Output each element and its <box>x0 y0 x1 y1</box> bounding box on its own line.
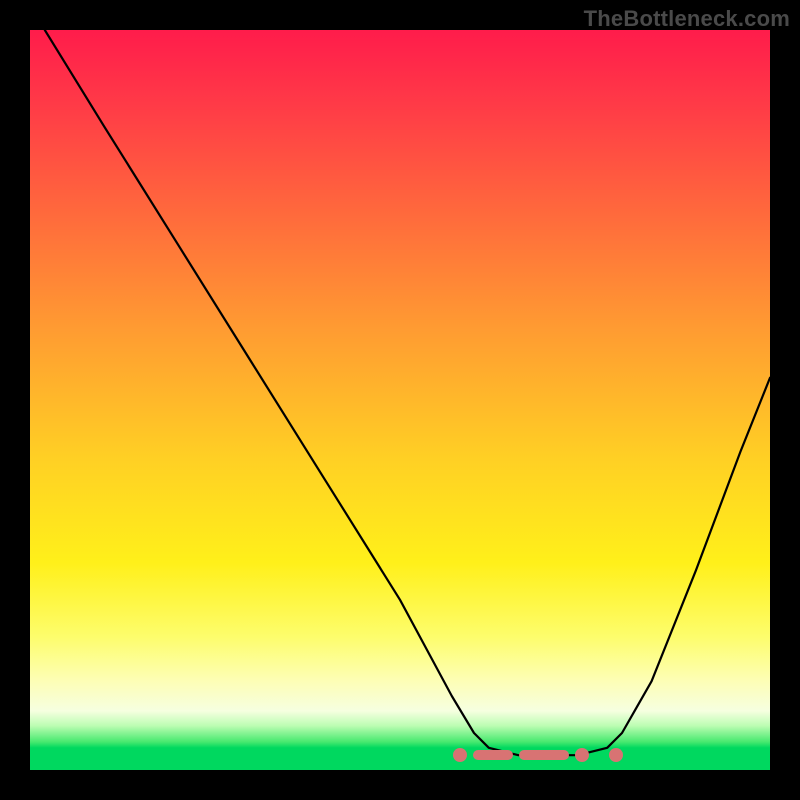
optimal-bar <box>519 750 569 760</box>
chart-frame: TheBottleneck.com <box>0 0 800 800</box>
plot-area <box>30 30 770 770</box>
curve-path <box>45 30 770 755</box>
optimal-dot <box>453 748 467 762</box>
optimal-dot <box>575 748 589 762</box>
optimal-bar <box>473 750 513 760</box>
bottleneck-curve <box>30 30 770 770</box>
optimal-dot <box>609 748 623 762</box>
optimal-range-marker <box>453 748 642 762</box>
watermark-text: TheBottleneck.com <box>584 6 790 32</box>
